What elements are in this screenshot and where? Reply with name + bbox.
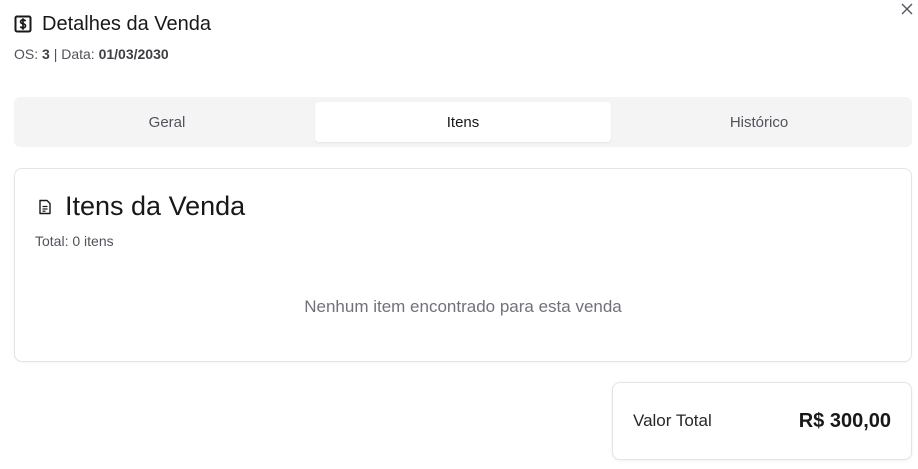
tab-itens[interactable]: Itens xyxy=(315,102,611,142)
order-info: OS: 3 | Data: 01/03/2030 xyxy=(14,46,211,62)
total-value: R$ 300,00 xyxy=(798,409,891,432)
info-separator: | xyxy=(49,46,62,62)
title-row: Detalhes da Venda xyxy=(14,12,211,36)
tab-bar: Geral Itens Histórico xyxy=(14,97,912,147)
dollar-sign-square-icon xyxy=(14,15,32,33)
empty-state-message: Nenhum item encontrado para esta venda xyxy=(304,297,622,316)
dialog-header: Detalhes da Venda OS: 3 | Data: 01/03/20… xyxy=(14,12,211,63)
document-list-icon xyxy=(37,199,53,215)
total-summary: Valor Total R$ 300,00 xyxy=(612,382,912,460)
date-label: Data: xyxy=(61,46,99,62)
os-label: OS: xyxy=(14,46,43,62)
items-card-header: Itens da Venda xyxy=(37,191,245,222)
items-total-count: Total: 0 itens xyxy=(35,233,114,249)
date-value: 01/03/2030 xyxy=(98,46,169,62)
tab-historico[interactable]: Histórico xyxy=(611,102,907,142)
items-card: Itens da Venda Total: 0 itens Nenhum ite… xyxy=(14,168,912,362)
tab-geral[interactable]: Geral xyxy=(19,102,315,142)
close-icon[interactable] xyxy=(901,3,913,15)
dialog-title: Detalhes da Venda xyxy=(42,12,212,35)
os-value: 3 xyxy=(42,46,50,62)
items-card-title: Itens da Venda xyxy=(65,191,246,221)
total-label: Valor Total xyxy=(633,411,712,430)
close-button[interactable] xyxy=(898,0,916,18)
